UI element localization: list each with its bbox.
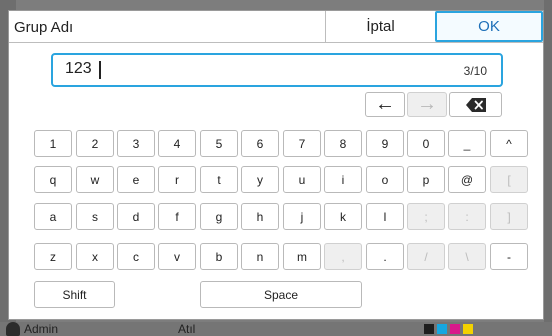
key[interactable]: . — [366, 243, 404, 270]
key[interactable]: y — [241, 166, 279, 193]
key[interactable]: a — [34, 203, 72, 230]
key[interactable]: b — [200, 243, 238, 270]
ink-black-icon — [424, 324, 434, 334]
key[interactable]: t — [200, 166, 238, 193]
key[interactable]: [ — [490, 166, 528, 193]
key[interactable]: m — [283, 243, 321, 270]
text-entry-dialog: Grup Adı İptal OK 123 3/10 ← → 123456789… — [8, 10, 544, 320]
input-value: 123 — [65, 60, 92, 77]
key[interactable]: u — [283, 166, 321, 193]
key[interactable]: s — [76, 203, 114, 230]
key[interactable]: p — [407, 166, 445, 193]
key[interactable]: 7 — [283, 130, 321, 157]
key[interactable]: 4 — [158, 130, 196, 157]
key[interactable]: \ — [448, 243, 486, 270]
key[interactable]: 0 — [407, 130, 445, 157]
backspace-icon — [465, 97, 486, 112]
character-counter: 3/10 — [463, 64, 487, 78]
ink-levels — [424, 324, 473, 334]
key[interactable]: ] — [490, 203, 528, 230]
dialog-header: Grup Adı İptal OK — [9, 11, 543, 43]
cancel-button[interactable]: İptal — [325, 11, 435, 42]
ink-cyan-icon — [437, 324, 447, 334]
key[interactable]: e — [117, 166, 155, 193]
key[interactable]: w — [76, 166, 114, 193]
key[interactable]: n — [241, 243, 279, 270]
key[interactable]: x — [76, 243, 114, 270]
key[interactable]: / — [407, 243, 445, 270]
cursor-left-button[interactable]: ← — [365, 92, 405, 117]
text-cursor — [99, 61, 101, 79]
key[interactable]: k — [324, 203, 362, 230]
key[interactable]: h — [241, 203, 279, 230]
key[interactable]: o — [366, 166, 404, 193]
backspace-button[interactable] — [449, 92, 502, 117]
group-name-input[interactable]: 123 3/10 — [51, 53, 503, 87]
key[interactable]: , — [324, 243, 362, 270]
key[interactable]: 6 — [241, 130, 279, 157]
user-icon — [6, 322, 20, 336]
ink-yellow-icon — [463, 324, 473, 334]
key[interactable]: ; — [407, 203, 445, 230]
key[interactable]: 1 — [34, 130, 72, 157]
dialog-title: Grup Adı — [14, 19, 74, 36]
key[interactable]: g — [200, 203, 238, 230]
key[interactable]: 3 — [117, 130, 155, 157]
footer-mode-label: Atıl — [178, 322, 196, 336]
key[interactable]: d — [117, 203, 155, 230]
ink-magenta-icon — [450, 324, 460, 334]
key[interactable]: : — [448, 203, 486, 230]
key[interactable]: 5 — [200, 130, 238, 157]
space-key[interactable]: Space — [200, 281, 362, 308]
key[interactable]: @ — [448, 166, 486, 193]
shift-key[interactable]: Shift — [34, 281, 115, 308]
key[interactable]: 8 — [324, 130, 362, 157]
key[interactable]: l — [366, 203, 404, 230]
background-status-bar: Admin Atıl — [0, 322, 552, 336]
key[interactable]: _ — [448, 130, 486, 157]
key[interactable]: c — [117, 243, 155, 270]
key[interactable]: ^ — [490, 130, 528, 157]
key[interactable]: - — [490, 243, 528, 270]
key[interactable]: 9 — [366, 130, 404, 157]
cursor-right-button[interactable]: → — [407, 92, 447, 117]
key[interactable]: j — [283, 203, 321, 230]
background-right-edge — [544, 0, 552, 336]
footer-user: Admin — [6, 322, 58, 336]
key[interactable]: i — [324, 166, 362, 193]
ok-button[interactable]: OK — [435, 11, 543, 42]
key[interactable]: f — [158, 203, 196, 230]
footer-user-label: Admin — [24, 322, 59, 336]
key[interactable]: q — [34, 166, 72, 193]
key[interactable]: v — [158, 243, 196, 270]
key[interactable]: z — [34, 243, 72, 270]
key[interactable]: 2 — [76, 130, 114, 157]
key[interactable]: r — [158, 166, 196, 193]
